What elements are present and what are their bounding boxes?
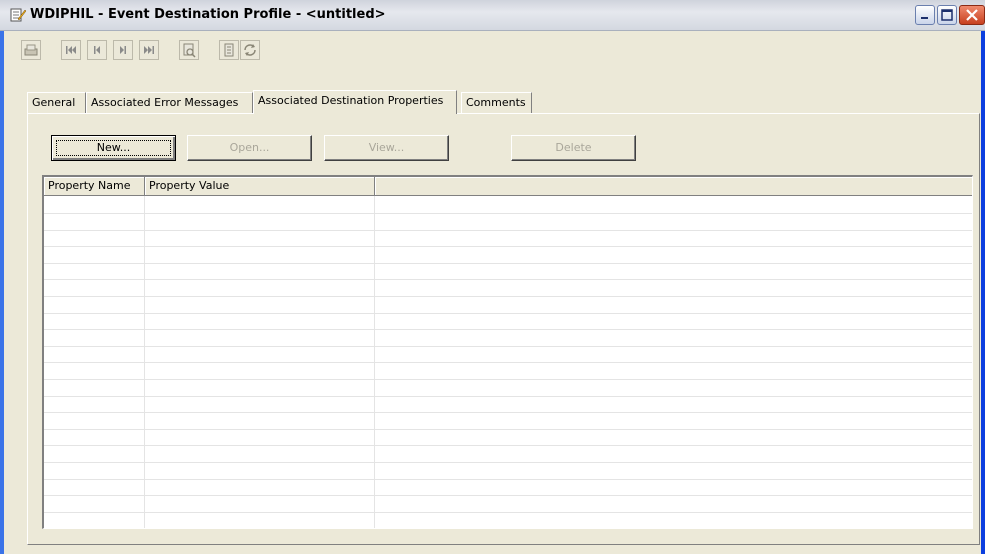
grid-column-line (144, 196, 145, 528)
find-button[interactable] (179, 40, 199, 60)
properties-grid[interactable]: Property Name Property Value (42, 175, 973, 529)
grid-row-line (44, 512, 972, 513)
next-record-icon (120, 46, 126, 54)
grid-row-line (44, 263, 972, 264)
grid-header: Property Name Property Value (44, 177, 972, 196)
refresh-button[interactable] (240, 40, 260, 60)
form-button[interactable] (219, 40, 239, 60)
column-header-blank[interactable] (375, 177, 972, 196)
print-setup-icon (24, 44, 38, 56)
grid-row-line (44, 479, 972, 480)
grid-column-line (374, 196, 375, 528)
view-button[interactable]: View... (324, 135, 449, 161)
previous-record-button[interactable] (87, 40, 107, 60)
last-record-icon (144, 46, 154, 54)
new-button[interactable]: New... (51, 135, 176, 161)
view-button-label: View... (368, 141, 405, 154)
grid-row-line (44, 329, 972, 330)
grid-row-line (44, 495, 972, 496)
open-button[interactable]: Open... (187, 135, 312, 161)
grid-row-line (44, 528, 972, 529)
title-bar[interactable]: WDIPHIL - Event Destination Profile - <u… (0, 0, 985, 31)
grid-row-line (44, 379, 972, 380)
grid-row-line (44, 296, 972, 297)
close-button[interactable] (959, 5, 985, 25)
grid-row-line (44, 462, 972, 463)
grid-row-line (44, 445, 972, 446)
tab-label: Associated Error Messages (91, 96, 239, 109)
column-header-property-value[interactable]: Property Value (145, 177, 375, 196)
tab-label: Comments (466, 96, 526, 109)
first-record-icon (66, 46, 76, 54)
grid-row-line (44, 429, 972, 430)
maximize-icon (941, 9, 953, 21)
column-header-property-name[interactable]: Property Name (44, 177, 145, 196)
next-record-button[interactable] (113, 40, 133, 60)
delete-button-label: Delete (555, 141, 592, 154)
app-window: WDIPHIL - Event Destination Profile - <u… (0, 0, 985, 554)
delete-button[interactable]: Delete (511, 135, 636, 161)
find-icon (183, 43, 196, 58)
close-icon (966, 9, 978, 21)
tab-comments[interactable]: Comments (461, 92, 532, 113)
grid-row-line (44, 246, 972, 247)
toolbar (4, 31, 981, 71)
grid-row-line (44, 213, 972, 214)
grid-row-line (44, 362, 972, 363)
grid-row-line (44, 313, 972, 314)
maximize-button[interactable] (937, 5, 957, 25)
grid-row-line (44, 346, 972, 347)
grid-row-line (44, 279, 972, 280)
first-record-button[interactable] (61, 40, 81, 60)
column-header-label: Property Value (149, 179, 230, 192)
open-button-label: Open... (229, 141, 270, 154)
notepad-pencil-icon (10, 8, 26, 22)
last-record-button[interactable] (139, 40, 159, 60)
print-setup-button[interactable] (21, 40, 41, 60)
window-title: WDIPHIL - Event Destination Profile - <u… (30, 7, 386, 22)
column-header-label: Property Name (48, 179, 131, 192)
tab-label: General (32, 96, 76, 109)
tab-associated-error-messages[interactable]: Associated Error Messages (86, 92, 253, 113)
tab-associated-destination-properties[interactable]: Associated Destination Properties (253, 90, 457, 114)
new-button-label: New... (96, 141, 131, 154)
previous-record-icon (94, 46, 100, 54)
refresh-icon (244, 44, 256, 56)
tab-general[interactable]: General (27, 92, 86, 113)
grid-row-line (44, 230, 972, 231)
minimize-icon (921, 17, 928, 19)
grid-row-line (44, 396, 972, 397)
grid-row-line (44, 412, 972, 413)
minimize-button[interactable] (915, 5, 935, 25)
form-icon (224, 43, 234, 57)
tab-label: Associated Destination Properties (258, 94, 444, 107)
